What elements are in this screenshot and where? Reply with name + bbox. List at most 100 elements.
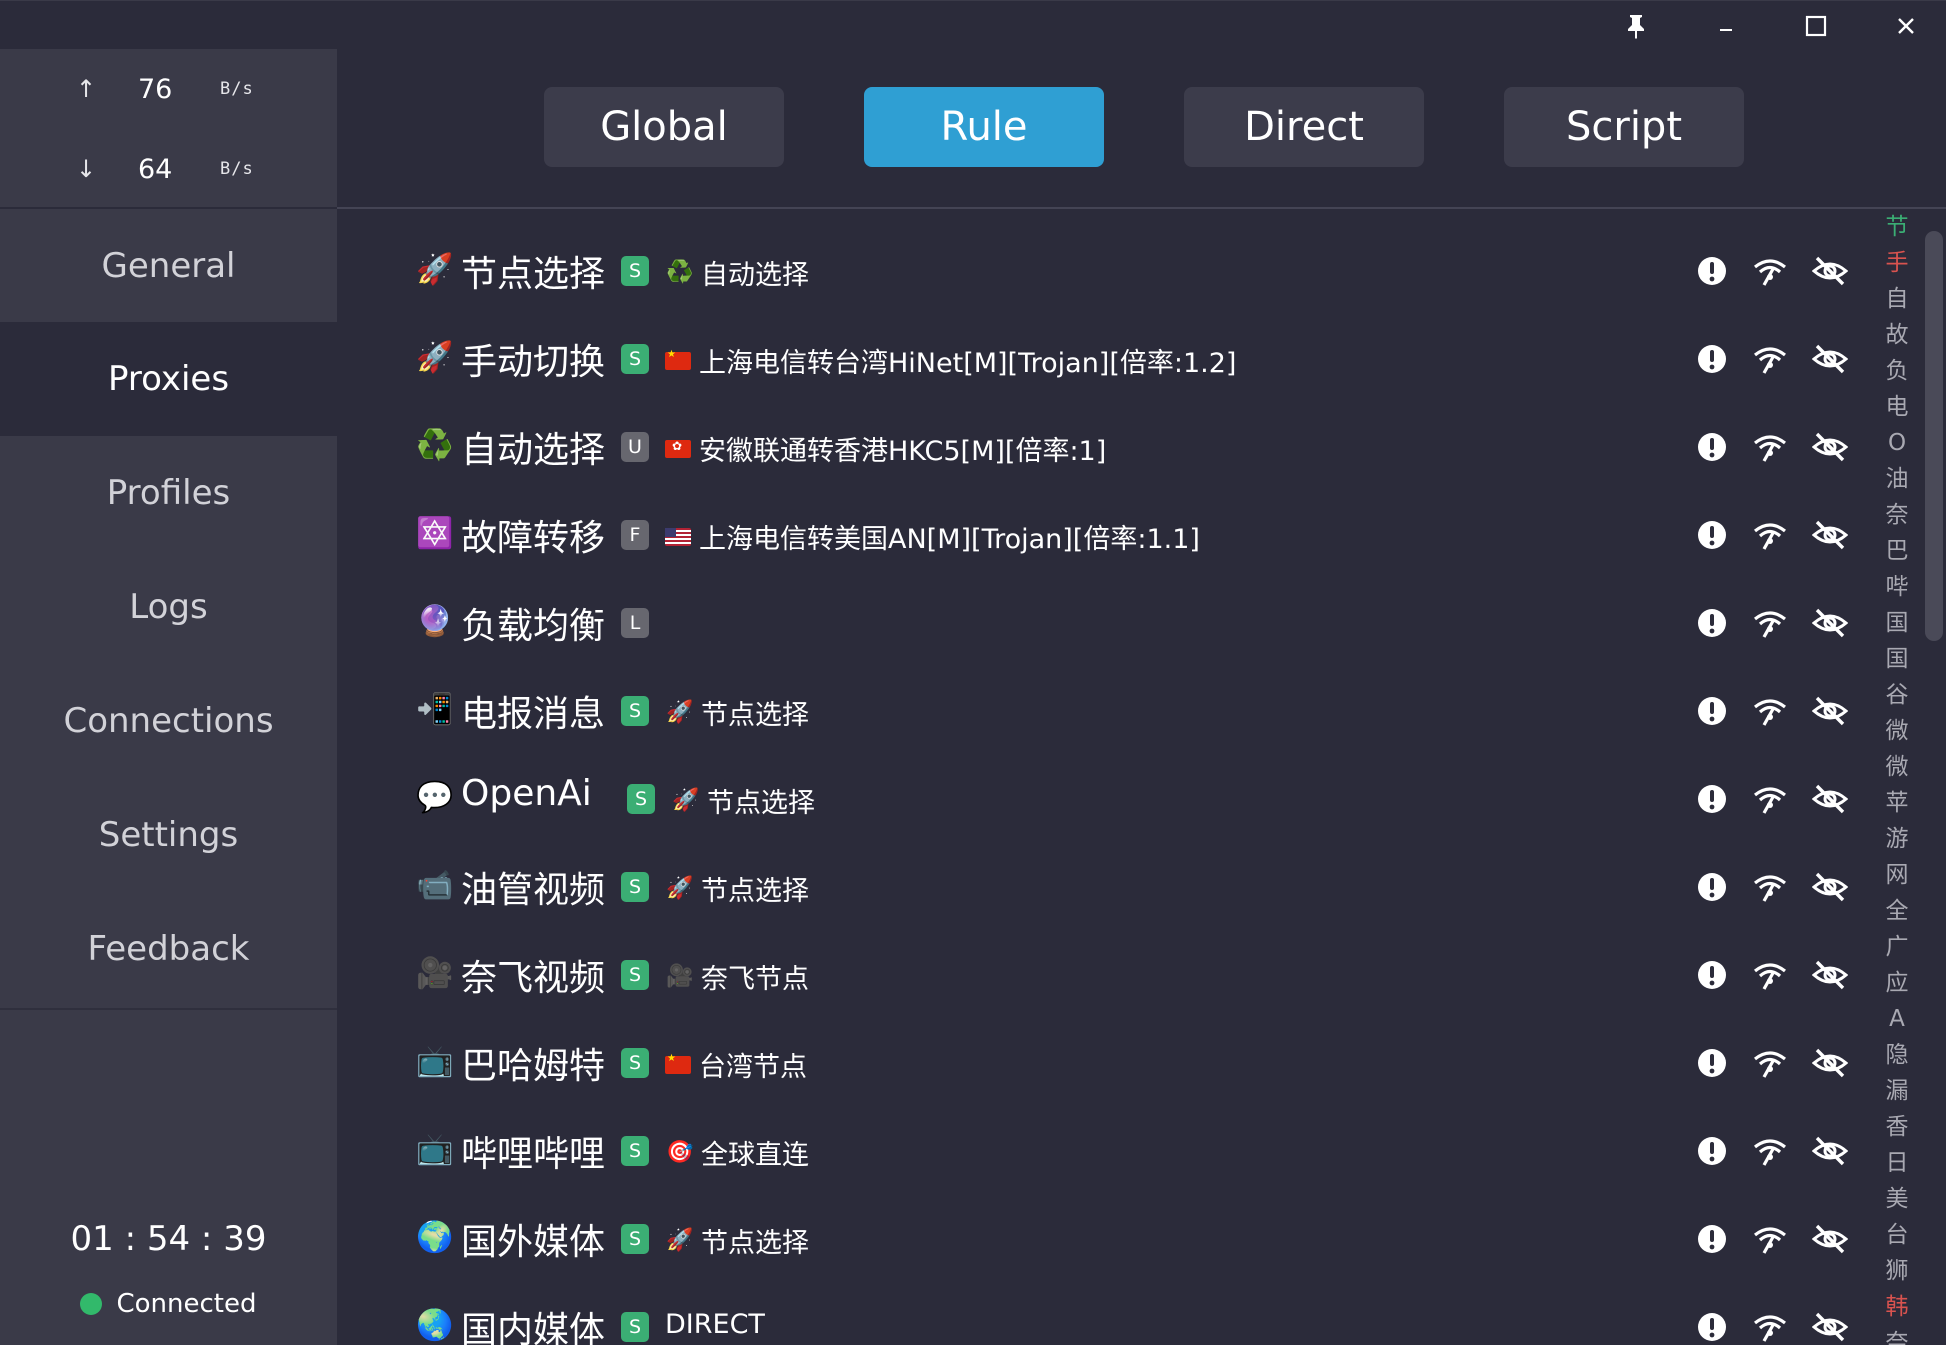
wifi-test-icon[interactable] — [1750, 1219, 1790, 1259]
alert-icon[interactable] — [1692, 955, 1732, 995]
alert-icon[interactable] — [1692, 779, 1732, 819]
alert-icon[interactable] — [1692, 1219, 1732, 1259]
index-bar-item[interactable]: 油 — [1877, 461, 1917, 497]
index-bar-item[interactable]: 美 — [1877, 1181, 1917, 1217]
alert-icon[interactable] — [1692, 1131, 1732, 1171]
alert-icon[interactable] — [1692, 1307, 1732, 1345]
proxy-group-row[interactable]: 📺巴哈姆特 S 台湾节点 — [337, 1019, 1877, 1107]
index-bar-item[interactable]: 漏 — [1877, 1073, 1917, 1109]
eye-off-icon[interactable] — [1810, 515, 1850, 555]
sidebar-item-settings[interactable]: Settings — [0, 778, 337, 892]
proxy-group-row[interactable]: 🎥 奈飞视频 S 🎥 奈飞节点 — [337, 931, 1877, 1019]
sidebar-item-feedback[interactable]: Feedback — [0, 892, 337, 1006]
alert-icon[interactable] — [1692, 691, 1732, 731]
eye-off-icon[interactable] — [1810, 251, 1850, 291]
alert-icon[interactable] — [1692, 1043, 1732, 1083]
index-bar-item[interactable]: 节 — [1877, 209, 1917, 245]
index-bar-item[interactable]: 电 — [1877, 389, 1917, 425]
sidebar-item-profiles[interactable]: Profiles — [0, 436, 337, 550]
index-bar-item[interactable]: 自 — [1877, 281, 1917, 317]
index-bar-item[interactable]: 台 — [1877, 1217, 1917, 1253]
index-bar-item[interactable]: 游 — [1877, 821, 1917, 857]
proxy-group-row[interactable]: 🔮 负载均衡 L — [337, 579, 1877, 667]
selected-proxy[interactable]: ♻️ 自动选择 — [665, 253, 809, 292]
mode-direct-button[interactable]: Direct — [1184, 87, 1424, 167]
alert-icon[interactable] — [1692, 515, 1732, 555]
selected-proxy[interactable]: 上海电信转台湾HiNet[M][Trojan][倍率:1.2] — [665, 341, 1236, 380]
index-bar-item[interactable]: 香 — [1877, 1109, 1917, 1145]
eye-off-icon[interactable] — [1810, 1043, 1850, 1083]
index-bar-item[interactable]: 广 — [1877, 929, 1917, 965]
alert-icon[interactable] — [1692, 427, 1732, 467]
selected-proxy[interactable]: 🚀 节点选择 — [665, 693, 809, 732]
index-bar-item[interactable]: 奈 — [1877, 497, 1917, 533]
selected-proxy[interactable]: 🎥 奈飞节点 — [665, 957, 809, 996]
eye-off-icon[interactable] — [1810, 867, 1850, 907]
selected-proxy[interactable]: DIRECT — [665, 1309, 765, 1340]
proxy-group-row[interactable]: 🔯 故障转移 F 上海电信转美国AN[M][Trojan][倍率:1.1] — [337, 491, 1877, 579]
index-bar-item[interactable]: 巴 — [1877, 533, 1917, 569]
selected-proxy[interactable]: 安徽联通转香港HKC5[M][倍率:1] — [665, 429, 1106, 468]
close-icon[interactable] — [1870, 1, 1942, 50]
alert-icon[interactable] — [1692, 867, 1732, 907]
index-bar-item[interactable]: 手 — [1877, 245, 1917, 281]
wifi-test-icon[interactable] — [1750, 1043, 1790, 1083]
sidebar-item-general[interactable]: General — [0, 209, 337, 322]
index-bar-item[interactable]: O — [1877, 425, 1917, 461]
selected-proxy[interactable]: 台湾节点 — [665, 1045, 807, 1084]
sidebar-item-logs[interactable]: Logs — [0, 550, 337, 664]
selected-proxy[interactable]: 🚀 节点选择 — [671, 781, 815, 820]
index-bar-item[interactable]: 日 — [1877, 1145, 1917, 1181]
mode-rule-button[interactable]: Rule — [864, 87, 1104, 167]
minimize-icon[interactable] — [1690, 1, 1762, 50]
wifi-test-icon[interactable] — [1750, 251, 1790, 291]
proxy-group-row[interactable]: ♻️自动选择 U 安徽联通转香港HKC5[M][倍率:1] — [337, 403, 1877, 491]
sidebar-item-proxies[interactable]: Proxies — [0, 322, 337, 436]
index-bar-item[interactable]: 狮 — [1877, 1253, 1917, 1289]
index-bar-item[interactable]: 奈 — [1877, 1325, 1917, 1345]
pin-icon[interactable] — [1600, 1, 1672, 50]
proxy-group-row[interactable]: 💬 OpenAi S 🚀 节点选择 — [337, 755, 1877, 843]
index-bar-item[interactable]: 网 — [1877, 857, 1917, 893]
proxy-group-row[interactable]: 📹 油管视频 S 🚀 节点选择 — [337, 843, 1877, 931]
wifi-test-icon[interactable] — [1750, 1307, 1790, 1345]
wifi-test-icon[interactable] — [1750, 691, 1790, 731]
eye-off-icon[interactable] — [1810, 1219, 1850, 1259]
selected-proxy[interactable]: 🎯 全球直连 — [665, 1133, 809, 1172]
wifi-test-icon[interactable] — [1750, 427, 1790, 467]
wifi-test-icon[interactable] — [1750, 867, 1790, 907]
index-bar-item[interactable]: 微 — [1877, 713, 1917, 749]
proxy-group-row[interactable]: 🚀 节点选择 S ♻️ 自动选择 — [337, 227, 1877, 315]
index-bar-item[interactable]: 微 — [1877, 749, 1917, 785]
wifi-test-icon[interactable] — [1750, 779, 1790, 819]
eye-off-icon[interactable] — [1810, 339, 1850, 379]
alert-icon[interactable] — [1692, 603, 1732, 643]
scrollbar-thumb[interactable] — [1925, 231, 1943, 641]
eye-off-icon[interactable] — [1810, 779, 1850, 819]
selected-proxy[interactable]: 🚀 节点选择 — [665, 1221, 809, 1260]
proxy-group-row[interactable]: 📺 哔哩哔哩 S 🎯 全球直连 — [337, 1107, 1877, 1195]
index-bar-item[interactable]: 国 — [1877, 641, 1917, 677]
eye-off-icon[interactable] — [1810, 1131, 1850, 1171]
eye-off-icon[interactable] — [1810, 1307, 1850, 1345]
index-bar-item[interactable]: 韩 — [1877, 1289, 1917, 1325]
index-bar-item[interactable]: 哔 — [1877, 569, 1917, 605]
wifi-test-icon[interactable] — [1750, 603, 1790, 643]
selected-proxy[interactable]: 上海电信转美国AN[M][Trojan][倍率:1.1] — [665, 517, 1200, 556]
eye-off-icon[interactable] — [1810, 427, 1850, 467]
index-bar-item[interactable]: 故 — [1877, 317, 1917, 353]
alert-icon[interactable] — [1692, 339, 1732, 379]
wifi-test-icon[interactable] — [1750, 339, 1790, 379]
wifi-test-icon[interactable] — [1750, 1131, 1790, 1171]
index-bar-item[interactable]: 谷 — [1877, 677, 1917, 713]
maximize-icon[interactable] — [1780, 1, 1852, 50]
eye-off-icon[interactable] — [1810, 691, 1850, 731]
selected-proxy[interactable]: 🚀 节点选择 — [665, 869, 809, 908]
index-bar-item[interactable]: 负 — [1877, 353, 1917, 389]
proxy-group-row[interactable]: 📲 电报消息 S 🚀 节点选择 — [337, 667, 1877, 755]
index-bar-item[interactable]: 苹 — [1877, 785, 1917, 821]
eye-off-icon[interactable] — [1810, 603, 1850, 643]
wifi-test-icon[interactable] — [1750, 955, 1790, 995]
proxy-group-row[interactable]: 🚀手动切换 S 上海电信转台湾HiNet[M][Trojan][倍率:1.2] — [337, 315, 1877, 403]
index-bar-item[interactable]: A — [1877, 1001, 1917, 1037]
